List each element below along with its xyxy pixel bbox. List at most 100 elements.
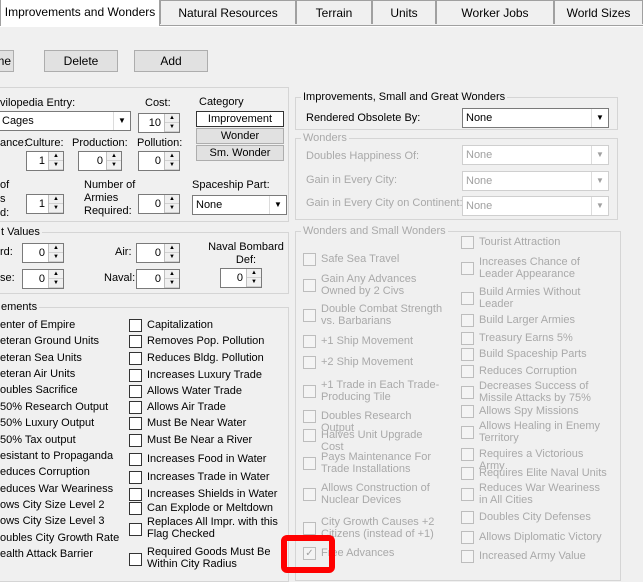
small-wonder-checkbox[interactable] (303, 279, 316, 292)
flag-checkbox[interactable] (129, 523, 142, 536)
small-wonder-checkbox[interactable] (461, 262, 474, 275)
naval-spinner[interactable]: 0 ▲ ▼ (136, 269, 180, 289)
category-improvement-button[interactable]: Improvement (196, 111, 284, 127)
small-wonder-checkbox[interactable] (303, 385, 316, 398)
spin-down-icon[interactable]: ▼ (49, 161, 63, 170)
flag-checkbox[interactable] (129, 352, 142, 365)
small-wonder-checkbox[interactable] (303, 488, 316, 501)
spin-down-icon[interactable]: ▼ (49, 253, 63, 262)
small-wonder-checkbox[interactable] (461, 531, 474, 544)
small-wonder-label: Allows Healing in Enemy Territory (479, 420, 601, 444)
doubles-happiness-combo: None ▼ (462, 145, 609, 165)
small-wonder-checkbox[interactable] (461, 365, 474, 378)
spaceship-part-combo[interactable]: None ▼ (192, 195, 287, 215)
cost-spinner[interactable]: 10 ▲ ▼ (138, 113, 180, 133)
small-wonder-checkbox[interactable] (303, 309, 316, 322)
delete-button[interactable]: Delete (44, 50, 118, 72)
spin-down-icon[interactable]: ▼ (247, 278, 261, 287)
flag-checkbox[interactable] (129, 335, 142, 348)
small-wonder-checkbox[interactable] (461, 292, 474, 305)
spin-down-icon[interactable]: ▼ (165, 123, 179, 132)
flag-checkbox[interactable] (129, 453, 142, 466)
gain-every-city-continent-combo: None ▼ (462, 196, 609, 216)
spin-up-icon[interactable]: ▲ (49, 270, 63, 279)
add-button[interactable]: Add (134, 50, 208, 72)
flag-checkbox[interactable] (129, 385, 142, 398)
spin-down-icon[interactable]: ▼ (165, 204, 179, 213)
spin-down-icon[interactable]: ▼ (107, 161, 121, 170)
rename-button[interactable]: me (0, 50, 14, 72)
spin-up-icon[interactable]: ▲ (49, 244, 63, 253)
naval-bombard-spinner[interactable]: 0 ▲ ▼ (220, 268, 262, 288)
spin-down-icon[interactable]: ▼ (165, 161, 179, 170)
spin-down-icon[interactable]: ▼ (165, 253, 179, 262)
small-wonder-checkbox[interactable] (461, 332, 474, 345)
number-spinner[interactable]: 1 ▲ ▼ (26, 194, 64, 214)
small-wonder-checkbox[interactable] (461, 236, 474, 249)
spin-up-icon[interactable]: ▲ (49, 152, 63, 161)
small-wonder-checkbox[interactable] (461, 550, 474, 563)
category-sm-wonder-button[interactable]: Sm. Wonder (196, 145, 284, 161)
air-spinner[interactable]: 0 ▲ ▼ (136, 243, 180, 263)
spin-up-icon[interactable]: ▲ (165, 244, 179, 253)
flag-checkbox[interactable] (129, 369, 142, 382)
tab-world-sizes[interactable]: World Sizes (554, 0, 643, 24)
small-wonder-checkbox[interactable] (461, 511, 474, 524)
spin-up-icon[interactable]: ▲ (165, 152, 179, 161)
small-wonder-checkbox[interactable] (461, 488, 474, 501)
spin-down-icon[interactable]: ▼ (165, 279, 179, 288)
tab-improvements-and-wonders[interactable]: Improvements and Wonders (0, 0, 160, 26)
spin-up-icon[interactable]: ▲ (165, 195, 179, 204)
culture-spinner[interactable]: 1 ▲ ▼ (26, 151, 64, 171)
small-wonder-checkbox[interactable] (303, 457, 316, 470)
flag-label: oubles City Growth Rate (0, 532, 120, 544)
s-label: s (0, 193, 6, 205)
rendered-obsolete-combo[interactable]: None ▼ (462, 108, 609, 128)
small-wonder-checkbox[interactable] (461, 314, 474, 327)
spin-up-icon[interactable]: ▲ (107, 152, 121, 161)
spin-up-icon[interactable]: ▲ (165, 270, 179, 279)
small-wonder-checkbox[interactable] (461, 386, 474, 399)
tab-natural-resources[interactable]: Natural Resources (160, 0, 296, 24)
spin-up-icon[interactable]: ▲ (165, 114, 179, 123)
tab-worker-jobs[interactable]: Worker Jobs (436, 0, 554, 24)
production-spinner[interactable]: 0 ▲ ▼ (78, 151, 122, 171)
small-wonder-checkbox[interactable] (461, 348, 474, 361)
small-wonder-checkbox[interactable] (303, 429, 316, 442)
category-wonder-button[interactable]: Wonder (196, 128, 284, 144)
small-wonder-checkbox[interactable] (461, 467, 474, 480)
armies-required-spinner[interactable]: 0 ▲ ▼ (138, 194, 180, 214)
chevron-down-icon: ▼ (269, 196, 286, 214)
small-wonder-checkbox[interactable] (461, 426, 474, 439)
small-wonder-checkbox[interactable] (461, 405, 474, 418)
flag-checkbox[interactable] (129, 434, 142, 447)
flag-checkbox[interactable] (129, 488, 142, 501)
production-label: Production: (72, 137, 128, 149)
spin-down-icon[interactable]: ▼ (49, 204, 63, 213)
spin-down-icon[interactable]: ▼ (49, 279, 63, 288)
small-wonder-checkbox[interactable] (303, 253, 316, 266)
small-wonder-label: +1 Trade in Each Trade-Producing Tile (321, 379, 440, 403)
doubles-happiness-label: Doubles Happiness Of: (306, 150, 420, 162)
flag-checkbox[interactable] (129, 319, 142, 332)
pollution-spinner[interactable]: 0 ▲ ▼ (138, 151, 180, 171)
flag-checkbox[interactable] (129, 471, 142, 484)
spin-up-icon[interactable]: ▲ (247, 269, 261, 278)
small-wonder-checkbox[interactable] (303, 335, 316, 348)
tab-terrain[interactable]: Terrain (296, 0, 372, 24)
flag-checkbox[interactable] (129, 502, 142, 515)
flag-checkbox[interactable] (129, 417, 142, 430)
small-wonder-checkbox[interactable] (303, 522, 316, 535)
tab-units[interactable]: Units (372, 0, 436, 24)
flag-checkbox[interactable] (129, 401, 142, 414)
small-wonder-label: Increased Army Value (479, 550, 586, 562)
se-spinner[interactable]: 0 ▲ ▼ (22, 269, 64, 289)
spin-up-icon[interactable]: ▲ (49, 195, 63, 204)
small-wonder-checkbox[interactable] (303, 410, 316, 423)
small-wonder-checkbox[interactable] (303, 356, 316, 369)
civilopedia-entry-combo[interactable]: Cages ▼ (0, 111, 131, 131)
small-wonder-checkbox[interactable] (461, 448, 474, 461)
flag-checkbox[interactable] (129, 553, 142, 566)
air-value: 0 (154, 247, 161, 259)
rd-spinner[interactable]: 0 ▲ ▼ (22, 243, 64, 263)
